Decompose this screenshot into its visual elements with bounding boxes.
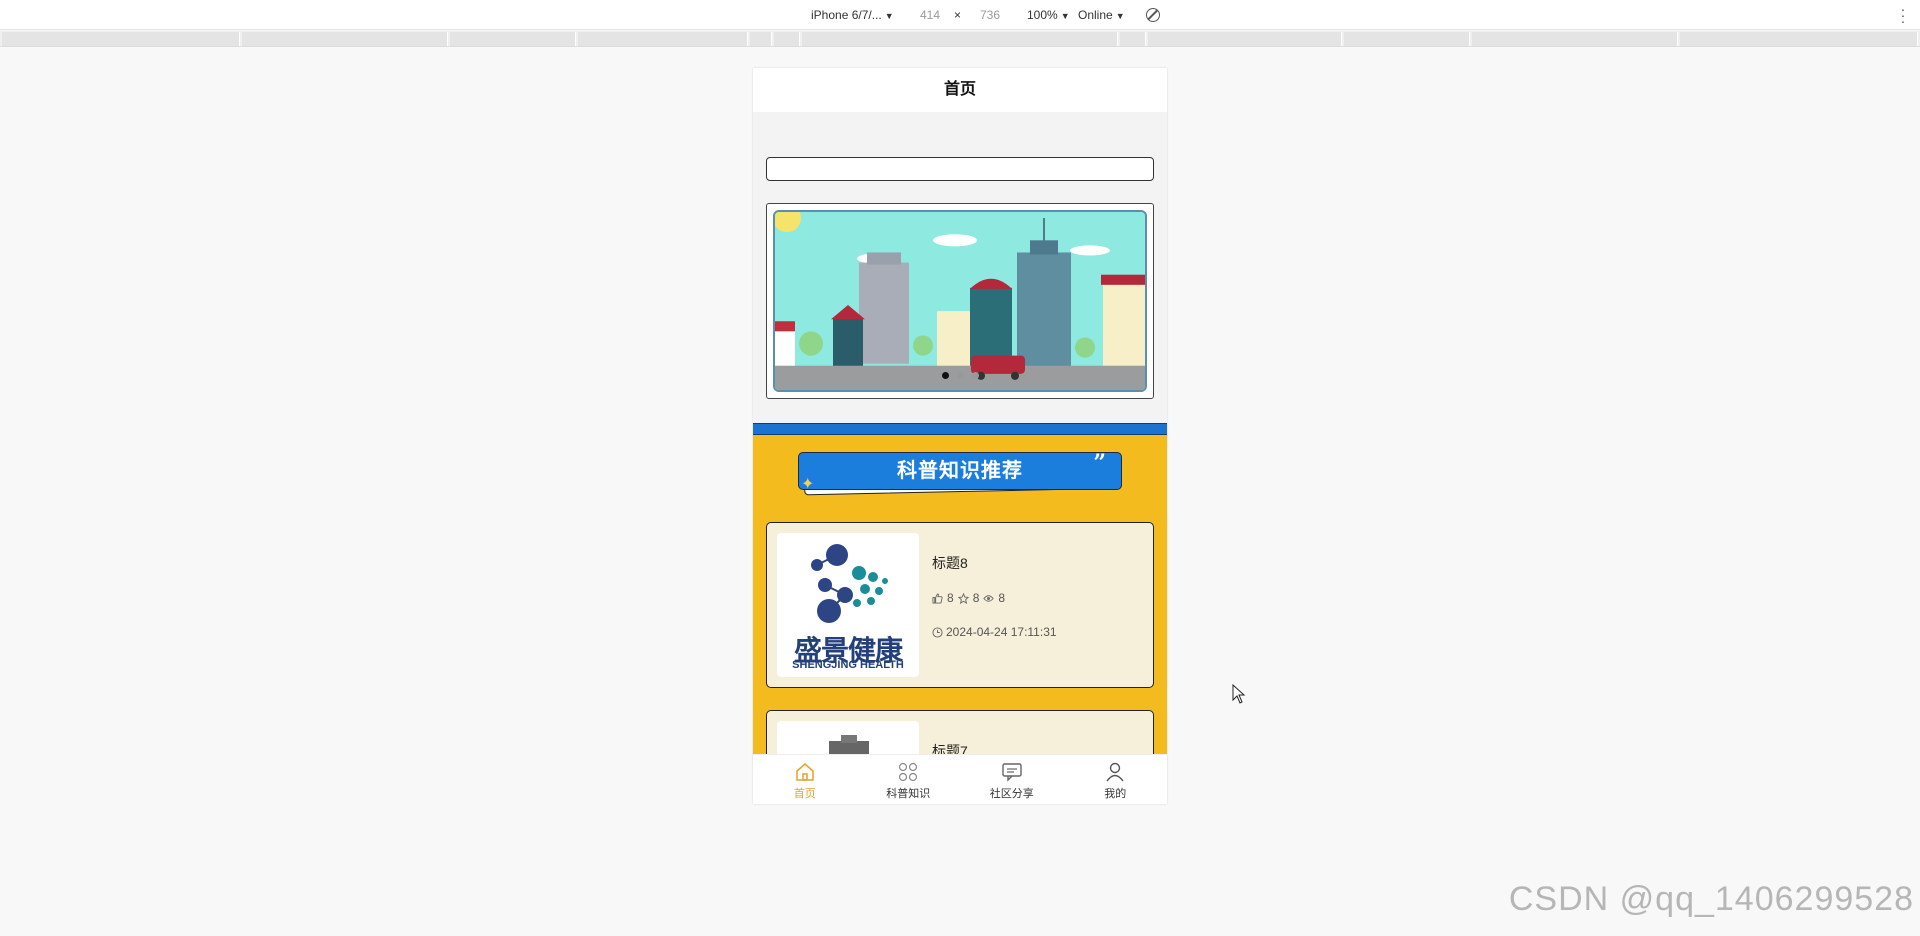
media-query-segment[interactable]: [1472, 32, 1678, 46]
carousel-dot-active[interactable]: [941, 372, 949, 379]
banner-slide-image[interactable]: [773, 210, 1147, 392]
home-icon: [796, 763, 814, 781]
mouse-cursor-icon: [1232, 684, 1246, 704]
width-input[interactable]: 414: [920, 8, 940, 22]
section-divider: [753, 423, 1167, 435]
carousel-dot[interactable]: [971, 372, 979, 379]
tab-community[interactable]: 社区分享: [960, 755, 1064, 804]
banner-carousel[interactable]: [766, 203, 1154, 399]
favorite-count: 8: [972, 591, 980, 605]
health-logo-icon: [811, 544, 888, 623]
article-title[interactable]: 标题8: [932, 553, 968, 573]
page-title: 首页: [753, 68, 1167, 112]
search-input[interactable]: [766, 157, 1154, 181]
tab-profile[interactable]: 我的: [1064, 755, 1168, 804]
article-card[interactable]: 盛景健康 SHENGJING HEALTH 标题8 8 8 8 2024-04-…: [766, 522, 1154, 688]
tab-home[interactable]: 首页: [753, 755, 857, 804]
article-stats: 8 8 8: [932, 591, 1005, 605]
media-query-segment[interactable]: [1148, 32, 1342, 46]
media-query-segment[interactable]: [1680, 32, 1918, 46]
chevron-down-icon: ▼: [1060, 11, 1070, 21]
media-query-segment[interactable]: [1120, 32, 1146, 46]
recommend-title-text: 科普知识推荐: [897, 460, 1023, 482]
tab-label: 社区分享: [989, 788, 1034, 800]
tab-label: 科普知识: [886, 788, 931, 800]
device-name: iPhone 6/7/...: [811, 8, 882, 22]
phone-viewport: 首页 科普知识推荐 ” ✦ 盛景健康 SHENGJING HEALTH 标题8 …: [753, 68, 1167, 804]
eye-icon: [983, 594, 995, 602]
chevron-down-icon: ▼: [1115, 11, 1125, 21]
grid-icon: [899, 762, 918, 782]
city-illustration: [775, 212, 1145, 390]
devtools-device-toolbar: iPhone 6/7/... ▼ 414 × 736 100% ▼ Online ▼ …: [0, 0, 1920, 30]
media-query-segment[interactable]: [802, 32, 1118, 46]
tab-label: 我的: [1104, 788, 1127, 800]
zoom-select[interactable]: 100% ▼: [1027, 8, 1070, 22]
bottom-tab-bar: 首页 科普知识 社区分享 我的: [753, 754, 1167, 804]
article-timestamp: 2024-04-24 17:11:31: [946, 625, 1057, 639]
chat-icon: [1002, 763, 1022, 782]
media-query-segment[interactable]: [2, 32, 240, 46]
carousel-indicators: [775, 366, 1145, 384]
thumbs-up-icon[interactable]: [932, 592, 943, 604]
article-time: 2024-04-24 17:11:31: [932, 625, 1057, 639]
media-query-bar[interactable]: [0, 31, 1920, 47]
recommend-title: 科普知识推荐 ” ✦: [798, 450, 1122, 493]
rotate-disabled-icon[interactable]: [1146, 8, 1160, 22]
height-input[interactable]: 736: [980, 8, 1000, 22]
article-thumbnail: 盛景健康 SHENGJING HEALTH: [777, 533, 919, 677]
tab-label: 首页: [793, 788, 816, 800]
clock-icon: [932, 626, 943, 638]
tab-knowledge[interactable]: 科普知识: [857, 755, 961, 804]
device-select[interactable]: iPhone 6/7/... ▼: [811, 8, 894, 22]
recommend-header: 科普知识推荐 ” ✦: [798, 450, 1122, 496]
more-options-icon[interactable]: · · ·: [1900, 2, 1906, 28]
media-query-segment[interactable]: [750, 32, 772, 46]
recommend-section: 科普知识推荐 ” ✦ 盛景健康 SHENGJING HEALTH 标题8 8 8…: [753, 435, 1167, 804]
like-count: 8: [947, 591, 954, 605]
logo-subtext: SHENGJING HEALTH: [792, 659, 904, 671]
media-query-segment[interactable]: [578, 32, 748, 46]
dimension-separator: ×: [954, 8, 962, 22]
carousel-dot[interactable]: [956, 372, 964, 379]
media-query-segment[interactable]: [774, 32, 800, 46]
chevron-down-icon: ▼: [884, 11, 894, 21]
zoom-value: 100%: [1027, 8, 1058, 22]
user-icon: [1106, 762, 1124, 782]
quote-icon: ”: [1093, 450, 1107, 476]
media-query-segment[interactable]: [242, 32, 448, 46]
sparkle-icon: ✦: [801, 476, 816, 493]
network-value: Online: [1078, 8, 1113, 22]
media-query-segment[interactable]: [450, 32, 576, 46]
watermark: CSDN @qq_1406299528: [1508, 880, 1914, 918]
view-count: 8: [998, 591, 1006, 605]
star-icon[interactable]: [957, 592, 969, 604]
network-throttle-select[interactable]: Online ▼: [1078, 8, 1125, 22]
media-query-segment[interactable]: [1344, 32, 1470, 46]
